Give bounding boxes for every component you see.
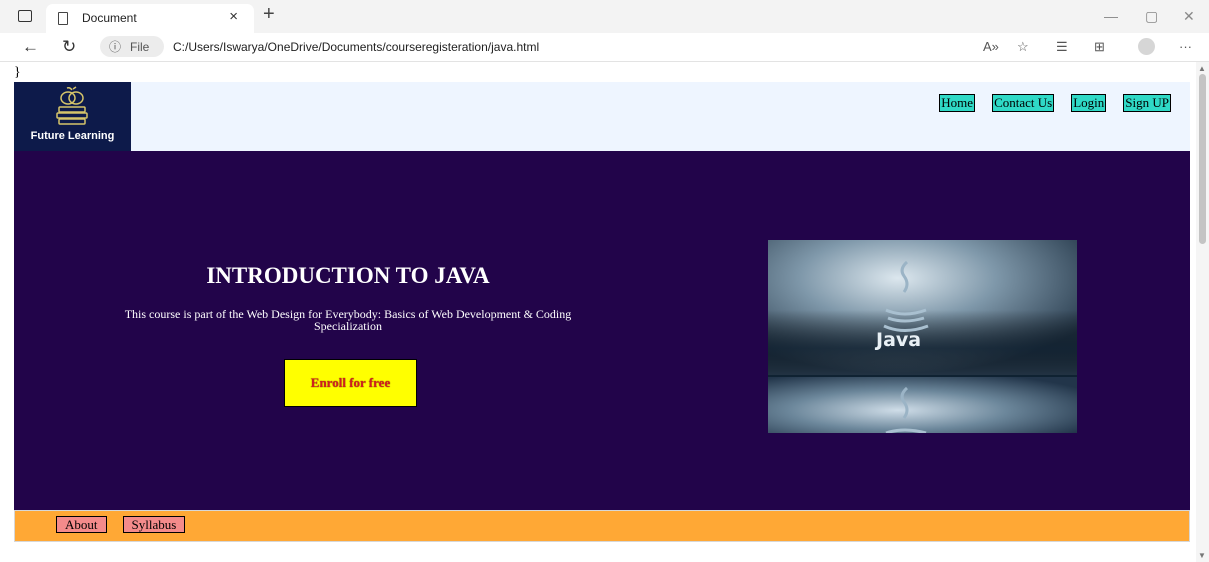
footer-syllabus-button[interactable]: Syllabus [122,516,186,533]
hero-section: INTRODUCTION TO JAVA This course is part… [14,151,1190,510]
nav-contact-button[interactable]: Contact Us [992,94,1055,112]
stray-text: } [14,65,21,80]
url-prefix: File [130,40,150,54]
document-icon [58,12,68,25]
java-logo-text: Java [874,329,921,351]
refresh-icon[interactable]: ↻ [62,37,76,57]
footer-nav: About Syllabus [56,516,186,533]
close-window-icon[interactable]: ✕ [1183,8,1195,25]
tab-title: Document [82,11,137,25]
course-title: INTRODUCTION TO JAVA [206,263,490,288]
more-menu-icon[interactable]: ··· [1179,39,1192,54]
footer-about-button[interactable]: About [56,516,107,533]
collections-icon[interactable]: ⊞ [1094,39,1105,55]
favorites-list-icon[interactable]: ☰ [1056,39,1068,55]
back-icon[interactable]: ← [22,37,39,57]
address-bar: ← ↻ ⓘ File C:/Users/Iswarya/OneDrive/Doc… [0,33,1209,62]
nav-login-button[interactable]: Login [1071,94,1107,112]
top-nav: Home Contact Us Login Sign UP [939,94,1171,112]
site-info-button[interactable]: ⓘ File [100,36,164,57]
page-viewport: } Future Learning Home Contact Us Login … [0,62,1209,562]
info-icon: ⓘ [109,40,122,54]
site-header: Future Learning Home Contact Us Login Si… [14,82,1190,151]
site-logo[interactable]: Future Learning [14,82,131,151]
java-course-image: Java [768,240,1077,433]
logo-text: Future Learning [30,130,115,142]
scroll-down-icon[interactable]: ▼ [1198,551,1206,560]
new-tab-icon[interactable]: + [263,3,275,26]
browser-tab[interactable]: Document × [46,4,254,33]
footer-bar: About Syllabus [14,510,1190,542]
close-tab-icon[interactable]: × [229,8,238,25]
profile-avatar[interactable] [1138,38,1155,55]
scroll-up-icon[interactable]: ▲ [1198,64,1206,73]
course-description: This course is part of the Web Design fo… [124,307,572,333]
page-scrollbar[interactable]: ▲ ▼ [1196,62,1209,562]
minimize-icon[interactable]: — [1104,8,1118,24]
browser-tab-bar: Document × + — ▢ ✕ [0,0,1209,33]
url-field[interactable]: C:/Users/Iswarya/OneDrive/Documents/cour… [173,40,539,54]
java-logo-icon: Java [768,240,1077,433]
enroll-button[interactable]: Enroll for free [284,359,417,407]
tab-actions-icon[interactable] [18,10,32,22]
nav-signup-button[interactable]: Sign UP [1123,94,1171,112]
scroll-thumb[interactable] [1199,74,1206,244]
nav-home-button[interactable]: Home [939,94,976,112]
favorite-icon[interactable]: ☆ [1017,39,1029,55]
apple-books-icon [56,86,88,125]
restore-icon[interactable]: ▢ [1145,8,1158,25]
read-aloud-icon[interactable]: A» [983,39,999,54]
